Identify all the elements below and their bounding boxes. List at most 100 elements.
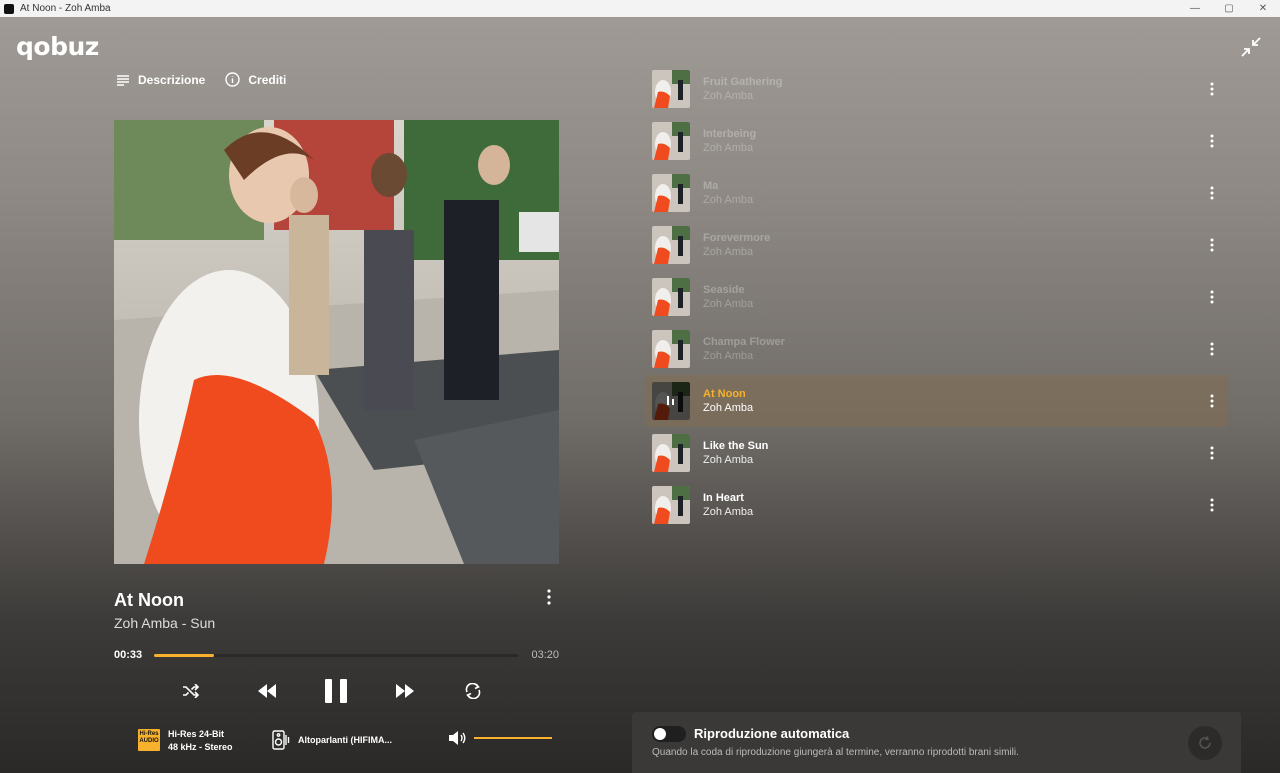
seek-bar[interactable] <box>154 654 518 657</box>
queue-item-text: Interbeing Zoh Amba <box>703 127 756 155</box>
queue-item-artist: Zoh Amba <box>703 506 754 518</box>
play-queue: Fruit Gathering Zoh Amba Interbeing Zoh … <box>645 63 1228 531</box>
collapse-icon <box>1241 37 1261 57</box>
fast-forward-icon <box>396 684 414 698</box>
volume-slider[interactable] <box>474 737 552 739</box>
queue-item[interactable]: Interbeing Zoh Amba <box>645 115 1228 167</box>
quality-bitdepth: Hi-Res 24-Bit <box>168 729 225 739</box>
queue-item-artist: Zoh Amba <box>703 246 754 258</box>
queue-item-text: Like the Sun Zoh Amba <box>703 439 768 467</box>
queue-item-text: Fruit Gathering Zoh Amba <box>703 75 782 103</box>
album-cover <box>114 120 559 564</box>
queue-item-text: Ma Zoh Amba <box>703 179 753 207</box>
queue-item-title: Like the Sun <box>703 440 769 452</box>
queue-item-more-button[interactable] <box>1205 236 1219 254</box>
queue-item-more-button[interactable] <box>1205 340 1219 358</box>
window-titlebar: At Noon - Zoh Amba — ▢ ✕ <box>0 0 1280 17</box>
shuffle-button[interactable] <box>178 674 204 708</box>
queue-item[interactable]: In Heart Zoh Amba <box>645 479 1228 531</box>
refresh-icon <box>1199 736 1211 749</box>
queue-item-more-button[interactable] <box>1205 444 1219 462</box>
more-vertical-icon <box>1210 82 1214 96</box>
now-playing-more-button[interactable] <box>541 588 557 606</box>
pause-icon <box>325 679 347 703</box>
volume-control[interactable] <box>448 730 552 746</box>
speaker-device-icon <box>272 730 290 750</box>
queue-item-artist: Zoh Amba <box>703 350 754 362</box>
quality-info[interactable]: Hi-Res 24-Bit 48 kHz - Stereo <box>168 728 233 754</box>
queue-item-thumbnail <box>652 174 690 212</box>
app-icon <box>4 3 14 14</box>
collapse-player-button[interactable] <box>1240 36 1262 58</box>
queue-item-artist: Zoh Amba <box>703 142 754 154</box>
queue-item[interactable]: Fruit Gathering Zoh Amba <box>645 63 1228 115</box>
queue-item-more-button[interactable] <box>1205 392 1219 410</box>
queue-item-thumbnail <box>652 330 690 368</box>
queue-item-title: Forevermore <box>703 232 771 244</box>
queue-item[interactable]: Forevermore Zoh Amba <box>645 219 1228 271</box>
minimize-button[interactable]: — <box>1178 3 1212 14</box>
close-button[interactable]: ✕ <box>1246 3 1280 14</box>
tab-descrizione[interactable]: Descrizione <box>116 72 205 87</box>
autoplay-toggle[interactable] <box>652 726 686 742</box>
queue-item-more-button[interactable] <box>1205 132 1219 150</box>
autoplay-description: Quando la coda di riproduzione giungerà … <box>652 747 1019 758</box>
queue-item-title: Ma <box>703 180 719 192</box>
autoplay-title: Riproduzione automatica <box>694 726 850 741</box>
queue-item[interactable]: Like the Sun Zoh Amba <box>645 427 1228 479</box>
queue-item-text: At Noon Zoh Amba <box>703 387 753 415</box>
now-playing-subtitle[interactable]: Zoh Amba - Sun <box>114 615 215 631</box>
badge-line1: Hi-Res <box>139 731 159 737</box>
autoplay-refresh-button[interactable] <box>1188 726 1222 760</box>
more-vertical-icon <box>1210 498 1214 512</box>
queue-item[interactable]: Ma Zoh Amba <box>645 167 1228 219</box>
queue-item-more-button[interactable] <box>1205 288 1219 306</box>
output-device-label: Altoparlanti (HIFIMA... <box>298 735 392 745</box>
more-vertical-icon <box>1210 342 1214 356</box>
queue-item-more-button[interactable] <box>1205 184 1219 202</box>
info-icon <box>225 72 241 87</box>
seek-bar-fill <box>154 654 215 657</box>
queue-item-more-button[interactable] <box>1205 496 1219 514</box>
queue-item-current[interactable]: At Noon Zoh Amba <box>645 375 1228 427</box>
more-vertical-icon <box>1210 290 1214 304</box>
time-current: 00:33 <box>114 649 143 661</box>
hires-audio-badge: Hi-Res AUDIO <box>138 729 160 751</box>
window-title: At Noon - Zoh Amba <box>20 3 111 14</box>
playback-info-bar: Hi-Res AUDIO Hi-Res 24-Bit 48 kHz - Ster… <box>114 726 559 756</box>
player-tabs: Descrizione Crediti <box>116 72 286 87</box>
queue-item-title: Champa Flower <box>703 336 785 348</box>
more-vertical-icon <box>1210 394 1214 408</box>
previous-button[interactable] <box>254 674 280 708</box>
queue-item-title: Seaside <box>703 284 745 296</box>
queue-item-thumbnail <box>652 382 690 420</box>
rewind-icon <box>258 684 276 698</box>
queue-item-thumbnail <box>652 434 690 472</box>
tab-label: Crediti <box>248 72 287 87</box>
queue-item-more-button[interactable] <box>1205 80 1219 98</box>
repeat-button[interactable] <box>460 674 486 708</box>
tab-crediti[interactable]: Crediti <box>225 72 286 87</box>
next-button[interactable] <box>392 674 418 708</box>
toggle-knob <box>654 728 666 740</box>
badge-line2: AUDIO <box>139 738 159 744</box>
quality-samplerate: 48 kHz - Stereo <box>168 742 233 752</box>
queue-item-title: At Noon <box>703 388 746 400</box>
queue-item-thumbnail <box>652 486 690 524</box>
queue-item-text: Seaside Zoh Amba <box>703 283 753 311</box>
time-total: 03:20 <box>531 649 559 661</box>
queue-item-title: In Heart <box>703 492 744 504</box>
queue-item-thumbnail <box>652 70 690 108</box>
queue-item-thumbnail <box>652 122 690 160</box>
queue-item-title: Fruit Gathering <box>703 76 783 88</box>
pause-button[interactable] <box>320 674 352 708</box>
queue-item-thumbnail <box>652 226 690 264</box>
qobuz-logo[interactable]: qobuz <box>16 32 99 61</box>
queue-item-text: Forevermore Zoh Amba <box>703 231 770 259</box>
more-vertical-icon <box>547 589 551 605</box>
output-device-button[interactable]: Altoparlanti (HIFIMA... <box>272 730 392 750</box>
queue-item[interactable]: Seaside Zoh Amba <box>645 271 1228 323</box>
queue-item[interactable]: Champa Flower Zoh Amba <box>645 323 1228 375</box>
shuffle-icon <box>183 684 200 698</box>
maximize-button[interactable]: ▢ <box>1212 3 1246 14</box>
